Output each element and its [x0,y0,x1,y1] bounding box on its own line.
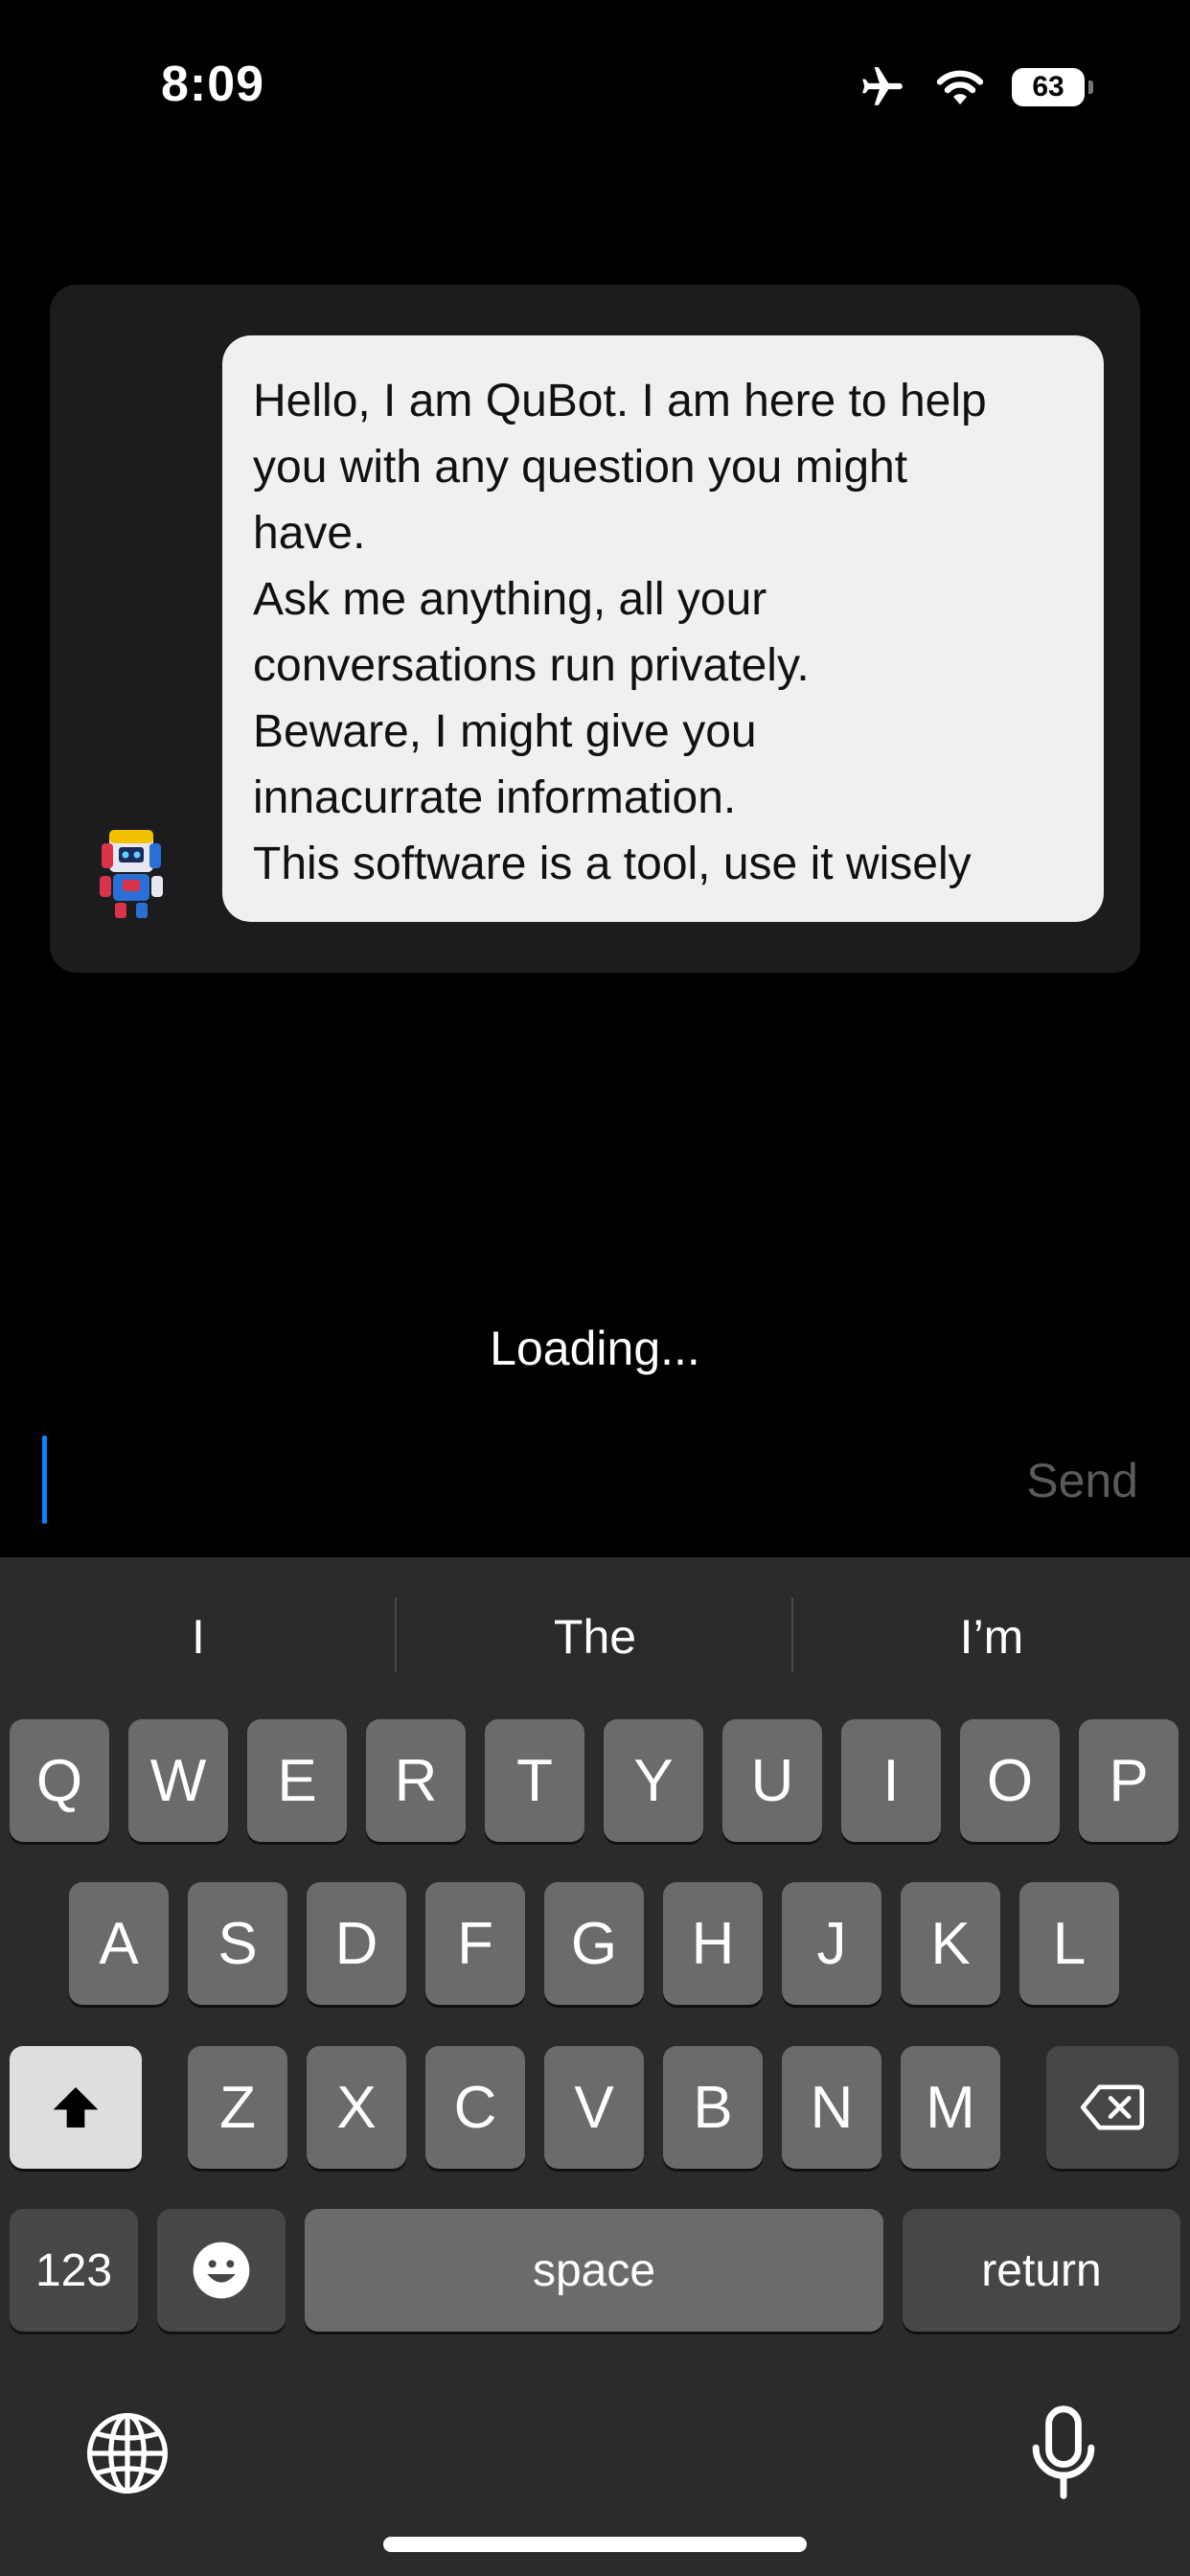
key-o[interactable]: O [960,1719,1060,1842]
text-cursor [42,1436,47,1524]
predictive-suggestions-bar: I The I’m [0,1557,1190,1715]
chat-message-card: Hello, I am QuBot. I am here to help you… [50,285,1140,973]
return-key[interactable]: return [903,2209,1180,2332]
key-h[interactable]: H [663,1882,763,2005]
message-line: Ask me anything, all your [253,574,767,625]
key-d[interactable]: D [307,1882,406,2005]
emoji-key[interactable] [157,2209,286,2332]
loading-indicator: Loading... [490,1322,700,1375]
space-key[interactable]: space [305,2209,883,2332]
key-c[interactable]: C [425,2046,525,2169]
message-line: have. [253,508,366,559]
message-line: conversations run privately. [253,640,810,691]
bot-message-bubble: Hello, I am QuBot. I am here to help you… [222,335,1104,922]
status-bar: 8:09 63 [0,0,1190,172]
status-icons: 63 [857,63,1093,111]
key-v[interactable]: V [544,2046,644,2169]
key-i[interactable]: I [841,1719,941,1842]
key-u[interactable]: U [722,1719,822,1842]
key-n[interactable]: N [782,2046,881,2169]
backspace-icon [1080,2084,1145,2130]
airplane-mode-icon [862,67,903,105]
clock-time: 8:09 [161,57,265,112]
key-l[interactable]: L [1019,1882,1119,2005]
suggestion-item[interactable]: I [0,1557,397,1715]
key-f[interactable]: F [425,1882,525,2005]
suggestion-item[interactable]: I’m [793,1557,1190,1715]
message-line: Beware, I might give you [253,706,757,757]
microphone-icon[interactable] [1025,2405,1102,2501]
key-x[interactable]: X [307,2046,406,2169]
send-button[interactable]: Send [1026,1453,1138,1508]
key-y[interactable]: Y [604,1719,703,1842]
key-b[interactable]: B [663,2046,763,2169]
numbers-key[interactable]: 123 [10,2209,138,2332]
key-m[interactable]: M [901,2046,1000,2169]
key-p[interactable]: P [1079,1719,1179,1842]
message-line: This software is a tool, use it wisely [253,839,972,889]
suggestion-item[interactable]: The [397,1557,793,1715]
home-indicator[interactable] [383,2537,807,2552]
key-k[interactable]: K [901,1882,1000,2005]
globe-icon[interactable] [84,2410,171,2496]
key-z[interactable]: Z [188,2046,287,2169]
key-j[interactable]: J [782,1882,881,2005]
key-a[interactable]: A [69,1882,169,2005]
shift-key[interactable] [10,2046,142,2169]
emoji-icon [193,2242,250,2299]
message-line: innacurrate information. [253,772,737,823]
wifi-icon [936,70,984,104]
message-line: Hello, I am QuBot. I am here to help [253,376,987,426]
key-w[interactable]: W [128,1719,228,1842]
shift-arrow-icon [53,2087,99,2128]
keyboard: I The I’m Q W E R T Y U I O P A S D F G … [0,1557,1190,2576]
key-r[interactable]: R [366,1719,466,1842]
key-t[interactable]: T [485,1719,584,1842]
message-input-field[interactable]: Send [0,1418,1190,1552]
key-s[interactable]: S [188,1882,287,2005]
battery-indicator: 63 [1012,68,1093,106]
message-line: you with any question you might [253,442,908,493]
key-g[interactable]: G [544,1882,644,2005]
robot-avatar-icon [100,830,163,918]
delete-key[interactable] [1046,2046,1179,2169]
key-q[interactable]: Q [10,1719,109,1842]
key-e[interactable]: E [247,1719,347,1842]
